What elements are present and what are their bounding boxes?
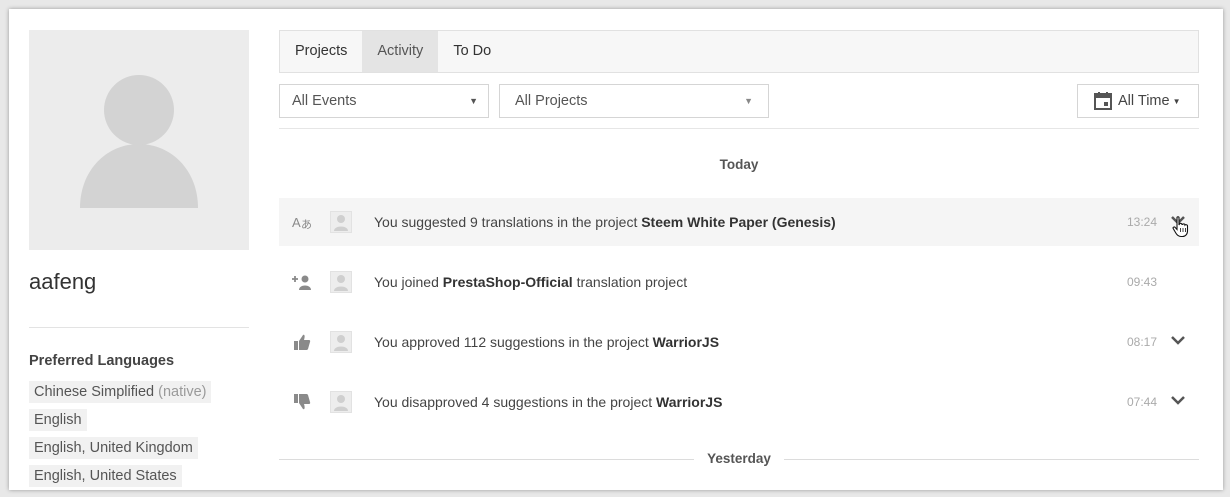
language-tag[interactable]: English <box>29 409 87 431</box>
activity-time: 08:17 <box>1126 335 1157 349</box>
activity-row[interactable]: You joined PrestaShop-Official translati… <box>279 258 1199 306</box>
tab-projects[interactable]: Projects <box>280 31 362 72</box>
caret-down-icon: ▼ <box>744 96 753 106</box>
native-note: (native) <box>158 384 207 400</box>
projects-filter-value: All Projects <box>515 93 588 109</box>
filters-divider <box>279 128 1199 129</box>
events-filter-select[interactable]: All Events ▼ <box>279 84 489 118</box>
language-tag[interactable]: English, United Kingdom <box>29 437 198 459</box>
activity-message: You approved 112 suggestions in the proj… <box>374 334 720 350</box>
user-avatar <box>330 331 352 353</box>
activity-message: You suggested 9 translations in the proj… <box>374 214 836 230</box>
tab-bar: Projects Activity To Do <box>279 30 1199 73</box>
language-tag[interactable]: Chinese Simplified (native) <box>29 381 212 403</box>
activity-time: 09:43 <box>1126 275 1157 289</box>
profile-avatar <box>29 30 249 250</box>
user-avatar <box>330 271 352 293</box>
activity-time: 13:24 <box>1126 215 1157 229</box>
project-link[interactable]: WarriorJS <box>656 394 722 410</box>
day-heading-yesterday: Yesterday <box>707 451 771 466</box>
caret-down-icon: ▼ <box>469 96 478 106</box>
username: aafeng <box>29 269 97 294</box>
page-frame: aafeng Preferred Languages Chinese Simpl… <box>9 9 1223 490</box>
project-link[interactable]: PrestaShop-Official <box>443 274 573 290</box>
chevron-down-icon[interactable] <box>1171 332 1185 350</box>
activity-time: 07:44 <box>1126 395 1157 409</box>
language-tag[interactable]: English, United States <box>29 465 182 487</box>
events-filter-value: All Events <box>292 93 357 109</box>
chevron-down-icon[interactable] <box>1171 392 1185 410</box>
add-user-icon <box>279 274 323 290</box>
day-heading-today: Today <box>719 157 759 172</box>
activity-message: You disapproved 4 suggestions in the pro… <box>374 394 723 410</box>
time-range-button[interactable]: All Time ▼ <box>1077 84 1199 118</box>
thumbs-down-icon <box>279 393 323 411</box>
projects-filter-select[interactable]: All Projects ▼ <box>499 84 769 118</box>
tab-todo[interactable]: To Do <box>438 31 506 72</box>
activity-row[interactable]: You disapproved 4 suggestions in the pro… <box>279 378 1199 426</box>
hand-cursor-icon <box>1172 216 1190 243</box>
preferred-languages-title: Preferred Languages <box>29 353 175 369</box>
tab-activity[interactable]: Activity <box>362 31 439 72</box>
time-range-label: All Time <box>1118 93 1170 109</box>
activity-row[interactable]: You approved 112 suggestions in the proj… <box>279 318 1199 366</box>
translate-icon: A あ <box>279 214 323 230</box>
thumbs-up-icon <box>279 333 323 351</box>
user-avatar <box>330 211 352 233</box>
activity-message: You joined PrestaShop-Official translati… <box>374 274 688 290</box>
profile-divider <box>29 327 249 328</box>
svg-text:A: A <box>292 215 301 230</box>
calendar-icon <box>1094 92 1112 110</box>
svg-text:あ: あ <box>301 218 312 230</box>
project-link[interactable]: Steem White Paper (Genesis) <box>641 214 836 230</box>
project-link[interactable]: WarriorJS <box>653 334 719 350</box>
language-list: Chinese Simplified (native) English Engl… <box>29 381 212 490</box>
caret-down-icon: ▼ <box>1172 96 1181 106</box>
activity-row[interactable]: A あ You suggested 9 translations in the … <box>279 198 1199 246</box>
user-avatar <box>330 391 352 413</box>
